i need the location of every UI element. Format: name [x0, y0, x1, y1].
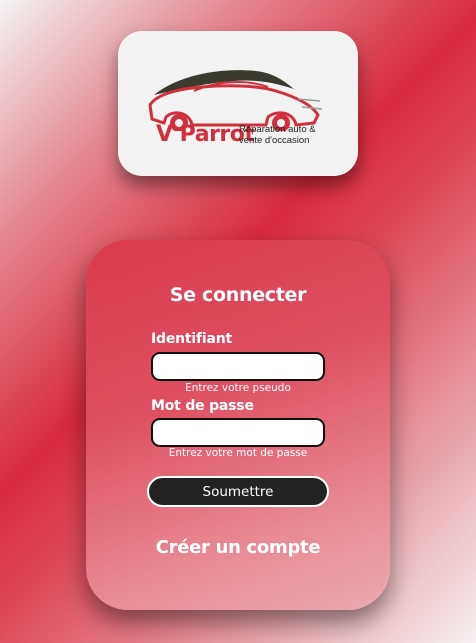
- submit-button[interactable]: Soumettre: [147, 476, 329, 507]
- password-hint: Entrez votre mot de passe: [168, 447, 308, 459]
- car-logo-icon: [148, 70, 323, 131]
- page-title: Se connecter: [169, 284, 307, 306]
- logo-tagline-line1: Réparation auto &: [239, 124, 316, 135]
- create-account-link[interactable]: Créer un compte: [86, 537, 390, 558]
- logo-card: V Parrot Réparation auto & vente d'occas…: [118, 31, 358, 176]
- logo-tagline: Réparation auto & vente d'occasion: [239, 124, 344, 146]
- password-label: Mot de passe: [151, 398, 254, 414]
- username-hint: Entrez votre pseudo: [185, 382, 291, 394]
- username-input[interactable]: [151, 352, 325, 381]
- password-input[interactable]: [151, 418, 325, 447]
- login-card: Se connecter Identifiant Entrez votre ps…: [86, 240, 390, 610]
- username-label: Identifiant: [151, 331, 232, 347]
- logo-tagline-line2: vente d'occasion: [239, 135, 310, 146]
